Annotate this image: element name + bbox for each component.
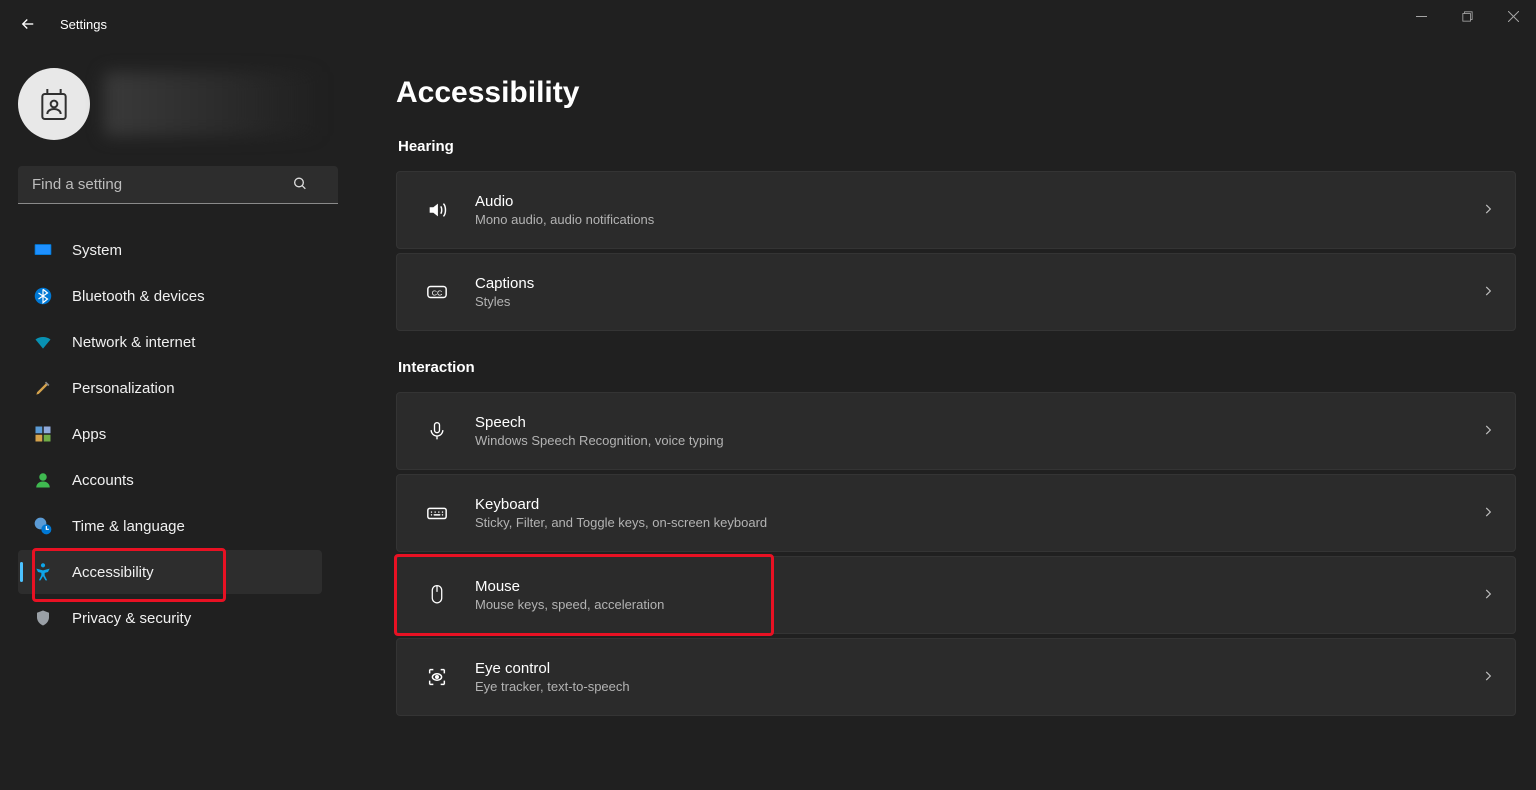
profile-block[interactable] [18,68,322,140]
nav-label: Network & internet [72,334,195,351]
shield-icon [32,607,54,629]
arrow-left-icon [19,15,37,33]
clock-globe-icon [32,515,54,537]
avatar [18,68,90,140]
nav-label: Accessibility [72,564,154,581]
card-eye-control[interactable]: Eye control Eye tracker, text-to-speech [396,638,1516,716]
card-speech[interactable]: Speech Windows Speech Recognition, voice… [396,392,1516,470]
microphone-icon [425,419,449,443]
card-keyboard[interactable]: Keyboard Sticky, Filter, and Toggle keys… [396,474,1516,552]
nav-item-apps[interactable]: Apps [18,412,322,456]
window-controls [1398,0,1536,40]
nav-label: System [72,242,122,259]
chevron-right-icon [1481,505,1495,522]
chevron-right-icon [1481,669,1495,686]
card-audio[interactable]: Audio Mono audio, audio notifications [396,171,1516,249]
bluetooth-icon [32,285,54,307]
card-subtitle: Mono audio, audio notifications [475,212,654,227]
apps-icon [32,423,54,445]
person-icon [32,469,54,491]
card-subtitle: Mouse keys, speed, acceleration [475,597,664,612]
svg-text:CC: CC [432,289,443,298]
nav-label: Personalization [72,380,175,397]
chevron-right-icon [1481,587,1495,604]
section-interaction-title: Interaction [398,359,1516,376]
back-button[interactable] [8,4,48,44]
card-title: Eye control [475,660,630,677]
section-hearing-title: Hearing [398,138,1516,155]
title-bar: Settings [0,0,1536,48]
wifi-icon [32,331,54,353]
card-title: Captions [475,275,534,292]
card-subtitle: Windows Speech Recognition, voice typing [475,433,724,448]
search-icon [292,176,308,195]
minimize-button[interactable] [1398,0,1444,32]
profile-name-redacted [104,72,322,136]
chevron-right-icon [1481,284,1495,301]
search-input[interactable] [18,166,338,204]
card-captions[interactable]: CC Captions Styles [396,253,1516,331]
nav-item-accounts[interactable]: Accounts [18,458,322,502]
chevron-right-icon [1481,423,1495,440]
maximize-icon [1462,11,1473,22]
chevron-right-icon [1481,202,1495,219]
maximize-button[interactable] [1444,0,1490,32]
paintbrush-icon [32,377,54,399]
close-button[interactable] [1490,0,1536,32]
mouse-icon [425,583,449,607]
nav-item-time-language[interactable]: Time & language [18,504,322,548]
monitor-icon [32,239,54,261]
main-content: Accessibility Hearing Audio Mono audio, … [340,48,1536,790]
nav-label: Privacy & security [72,610,191,627]
card-subtitle: Sticky, Filter, and Toggle keys, on-scre… [475,515,767,530]
nav-label: Accounts [72,472,134,489]
nav-item-privacy[interactable]: Privacy & security [18,596,322,640]
nav-item-system[interactable]: System [18,228,322,272]
nav-list: System Bluetooth & devices Network & int… [18,228,322,640]
app-title: Settings [60,17,107,32]
card-mouse[interactable]: Mouse Mouse keys, speed, acceleration [396,556,1516,634]
card-subtitle: Eye tracker, text-to-speech [475,679,630,694]
card-title: Speech [475,414,724,431]
page-title: Accessibility [396,76,1516,110]
sidebar: System Bluetooth & devices Network & int… [0,48,340,790]
avatar-placeholder-icon [34,84,74,124]
nav-label: Time & language [72,518,185,535]
nav-label: Apps [72,426,106,443]
nav-item-bluetooth[interactable]: Bluetooth & devices [18,274,322,318]
nav-label: Bluetooth & devices [72,288,205,305]
minimize-icon [1416,11,1427,22]
card-subtitle: Styles [475,294,534,309]
search-field[interactable] [18,166,322,204]
card-title: Mouse [475,578,664,595]
card-mouse-row: Mouse Mouse keys, speed, acceleration [396,556,1516,634]
card-title: Audio [475,193,654,210]
close-icon [1508,11,1519,22]
nav-item-personalization[interactable]: Personalization [18,366,322,410]
nav-item-network[interactable]: Network & internet [18,320,322,364]
speaker-icon [425,198,449,222]
captions-icon: CC [425,280,449,304]
nav-item-accessibility[interactable]: Accessibility [18,550,322,594]
accessibility-icon [32,561,54,583]
keyboard-icon [425,501,449,525]
eye-control-icon [425,665,449,689]
card-title: Keyboard [475,496,767,513]
